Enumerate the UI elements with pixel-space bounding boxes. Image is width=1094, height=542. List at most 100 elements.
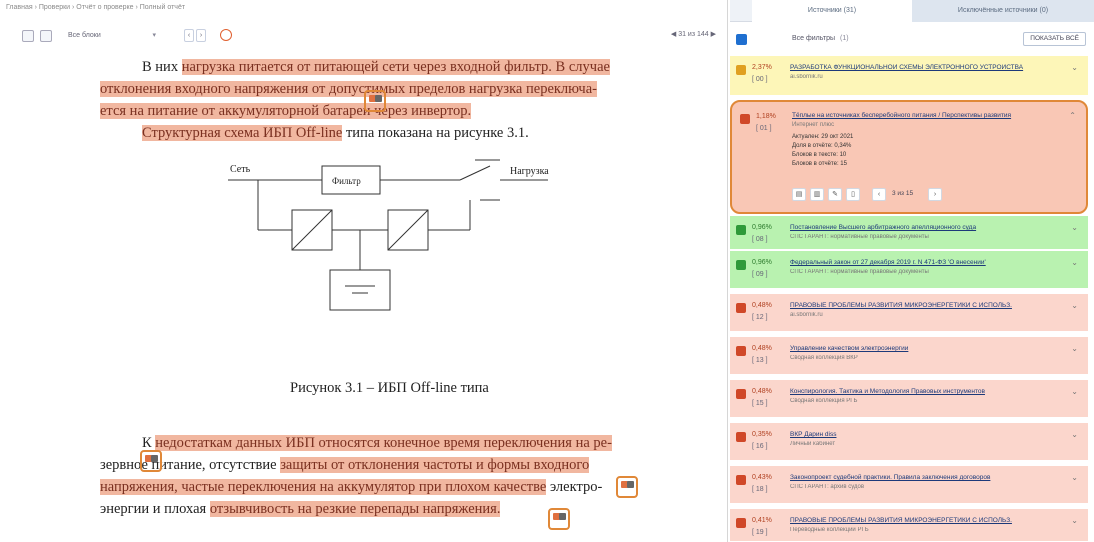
text-view-icon[interactable] (40, 30, 52, 42)
source-collection: СПС ГАРАНТ: нормативные правовые докумен… (790, 234, 929, 240)
highlighted-fragment[interactable]: отклонения входного напряжения от допуст… (100, 81, 597, 97)
source-item[interactable]: 0,48% [ 12 ] ПРАВОВЫЕ ПРОБЛЕМЫ РАЗВИТИЯ … (730, 294, 1088, 332)
document-toolbar: Все блоки ▾ ‹ › ◀ 31 из 144 ▶ (0, 26, 727, 48)
chevron-down-icon[interactable]: ⌄ (1071, 473, 1078, 482)
diagram-label-filter: Фильтр (332, 176, 361, 186)
source-item[interactable]: 0,48% [ 15 ] Конспирология. Тактика и Ме… (730, 380, 1088, 418)
filter-label[interactable]: Все фильтры (792, 35, 835, 42)
source-item[interactable]: 0,43% [ 18 ] Законопроект судебной практ… (730, 466, 1088, 504)
doc-line-1: В них нагрузка питается от питающей сети… (142, 56, 610, 78)
source-checkbox[interactable] (736, 389, 746, 399)
match-counter: 3 из 15 (892, 190, 914, 197)
source-title-link[interactable]: Тёплые на источниках бесперебойного пита… (792, 112, 1062, 119)
chevron-down-icon[interactable]: ⌄ (1071, 223, 1078, 232)
page-pager[interactable]: ◀ 31 из 144 ▶ (671, 30, 716, 38)
source-checkbox[interactable] (736, 225, 746, 235)
document-icon[interactable]: ▥ (810, 188, 824, 201)
chevron-down-icon[interactable]: ⌄ (1071, 258, 1078, 267)
source-item[interactable]: 2,37% [ 00 ] РАЗРАБОТКА ФУНКЦИОНАЛЬНОЙ С… (730, 56, 1088, 96)
highlighted-fragment[interactable]: нагрузка питается от питающей сети через… (181, 59, 610, 75)
source-percent: 0,96% (752, 259, 772, 266)
source-title-link[interactable]: Федеральный закон от 27 декабря 2019 г. … (790, 259, 1056, 266)
block-filter-value: Все блоки (68, 32, 101, 39)
prev-match-button[interactable]: ‹ (872, 188, 886, 201)
source-title-link[interactable]: ВКР Дарин diss (790, 431, 1056, 438)
source-index: [ 16 ] (752, 443, 768, 450)
tab-excluded-sources[interactable]: Исключённые источники (0) (912, 0, 1094, 22)
sources-tabs: Источники (31) Исключённые источники (0) (730, 0, 1094, 22)
chevron-down-icon[interactable]: ⌄ (1071, 301, 1078, 310)
next-block-button[interactable]: › (196, 29, 206, 42)
sources-panel: Источники (31) Исключённые источники (0)… (730, 0, 1094, 542)
doc-line-6: зервное питание, отсутствие защиты от от… (100, 454, 590, 476)
source-index: [ 12 ] (752, 314, 768, 321)
highlighted-fragment[interactable]: недостаткам данных ИБП относятся конечно… (155, 435, 612, 451)
doc-line-5: К недостаткам данных ИБП относятся конеч… (142, 432, 612, 454)
block-filter-select[interactable]: Все блоки ▾ (64, 30, 194, 43)
source-index: [ 15 ] (752, 400, 768, 407)
source-checkbox[interactable] (736, 346, 746, 356)
source-index: [ 01 ] (756, 125, 772, 132)
next-match-button[interactable]: › (928, 188, 942, 201)
diagram-label-net: Сеть (230, 164, 251, 175)
source-marker[interactable] (364, 90, 386, 112)
source-marker[interactable] (140, 450, 162, 472)
show-all-button[interactable]: ПОКАЗАТЬ ВСЁ (1023, 32, 1086, 46)
source-collection: Сводная коллекция ВКР (790, 355, 858, 361)
chevron-down-icon[interactable]: ⌄ (1071, 430, 1078, 439)
highlighted-fragment[interactable]: ется на питание от аккумуляторной батаре… (100, 103, 472, 119)
chevron-down-icon[interactable]: ⌄ (1071, 63, 1078, 72)
source-checkbox[interactable] (736, 475, 746, 485)
source-item[interactable]: 0,96% [ 09 ] Федеральный закон от 27 дек… (730, 251, 1088, 289)
doc-line-3: ется на питание от аккумуляторной батаре… (100, 100, 472, 122)
source-title-link[interactable]: Конспирология. Тактика и Методология Пра… (790, 388, 1056, 395)
filter-bar: Все фильтры (1) ПОКАЗАТЬ ВСЁ (730, 28, 1094, 50)
highlighted-fragment[interactable]: защиты от отклонения частоты и формы вхо… (280, 457, 590, 473)
copy-icon[interactable]: ▤ (792, 188, 806, 201)
source-item-expanded[interactable]: 1,18% [ 01 ] Тёплые на источниках беспер… (730, 100, 1088, 214)
source-checkbox[interactable] (736, 518, 746, 528)
edit-icon[interactable]: ✎ (828, 188, 842, 201)
source-percent: 2,37% (752, 64, 772, 71)
source-index: [ 08 ] (752, 236, 768, 243)
source-checkbox[interactable] (736, 303, 746, 313)
doc-line-7: напряжения, частые переключения на аккум… (100, 476, 602, 498)
source-checkbox[interactable] (736, 432, 746, 442)
source-marker[interactable] (616, 476, 638, 498)
source-title-link[interactable]: Законопроект судебной практики. Правила … (790, 474, 1056, 481)
chevron-down-icon[interactable]: ⌄ (1071, 516, 1078, 525)
chevron-up-icon[interactable]: ⌃ (1069, 111, 1076, 120)
highlighted-fragment[interactable]: напряжения, частые переключения на аккум… (100, 479, 547, 495)
source-item[interactable]: 0,41% [ 19 ] ПРАВОВЫЕ ПРОБЛЕМЫ РАЗВИТИЯ … (730, 509, 1088, 542)
source-item[interactable]: 0,35% [ 16 ] ВКР Дарин diss Личный кабин… (730, 423, 1088, 461)
prev-block-button[interactable]: ‹ (184, 29, 194, 42)
source-item[interactable]: 0,96% [ 08 ] Постановление Высшего арбит… (730, 216, 1088, 250)
source-item[interactable]: 0,48% [ 13 ] Управление качеством электр… (730, 337, 1088, 375)
source-checkbox[interactable] (736, 260, 746, 270)
page-view-icon[interactable] (22, 30, 34, 42)
source-checkbox[interactable] (740, 114, 750, 124)
chevron-down-icon[interactable]: ⌄ (1071, 387, 1078, 396)
source-title-link[interactable]: Управление качеством электроэнергии (790, 345, 1056, 352)
highlighted-fragment[interactable]: отзывчивость на резкие перепады напряжен… (209, 501, 501, 517)
highlighted-fragment[interactable]: Структурная схема ИБП Off-line (142, 125, 343, 141)
chevron-down-icon[interactable]: ⌄ (1071, 344, 1078, 353)
source-percent: 0,96% (752, 224, 772, 231)
history-icon[interactable] (220, 29, 232, 41)
source-percent: 0,48% (752, 302, 772, 309)
block-diagram: Сеть Фильтр Нагрузка (228, 159, 549, 311)
source-index: [ 18 ] (752, 486, 768, 493)
source-title-link[interactable]: ПРАВОВЫЕ ПРОБЛЕМЫ РАЗВИТИЯ МИКРОЭНЕРГЕТИ… (790, 302, 1056, 309)
breadcrumb[interactable]: Главная › Проверки › Отчёт о проверке › … (6, 4, 185, 11)
trash-icon[interactable]: ▯ (846, 188, 860, 201)
source-title-link[interactable]: ПРАВОВЫЕ ПРОБЛЕМЫ РАЗВИТИЯ МИКРОЭНЕРГЕТИ… (790, 517, 1056, 524)
source-title-link[interactable]: РАЗРАБОТКА ФУНКЦИОНАЛЬНОЙ СХЕМЫ ЭЛЕКТРОН… (790, 64, 1056, 71)
source-title-link[interactable]: Постановление Высшего арбитражного апелл… (790, 224, 1056, 231)
tab-sources[interactable]: Источники (31) (752, 0, 912, 22)
select-all-checkbox[interactable] (736, 34, 747, 45)
source-checkbox[interactable] (736, 65, 746, 75)
text-fragment: В них (142, 59, 182, 75)
source-marker[interactable] (548, 508, 570, 530)
text-fragment: электро- (546, 479, 603, 495)
source-collection: СПС ГАРАНТ: нормативные правовые докумен… (790, 269, 929, 275)
